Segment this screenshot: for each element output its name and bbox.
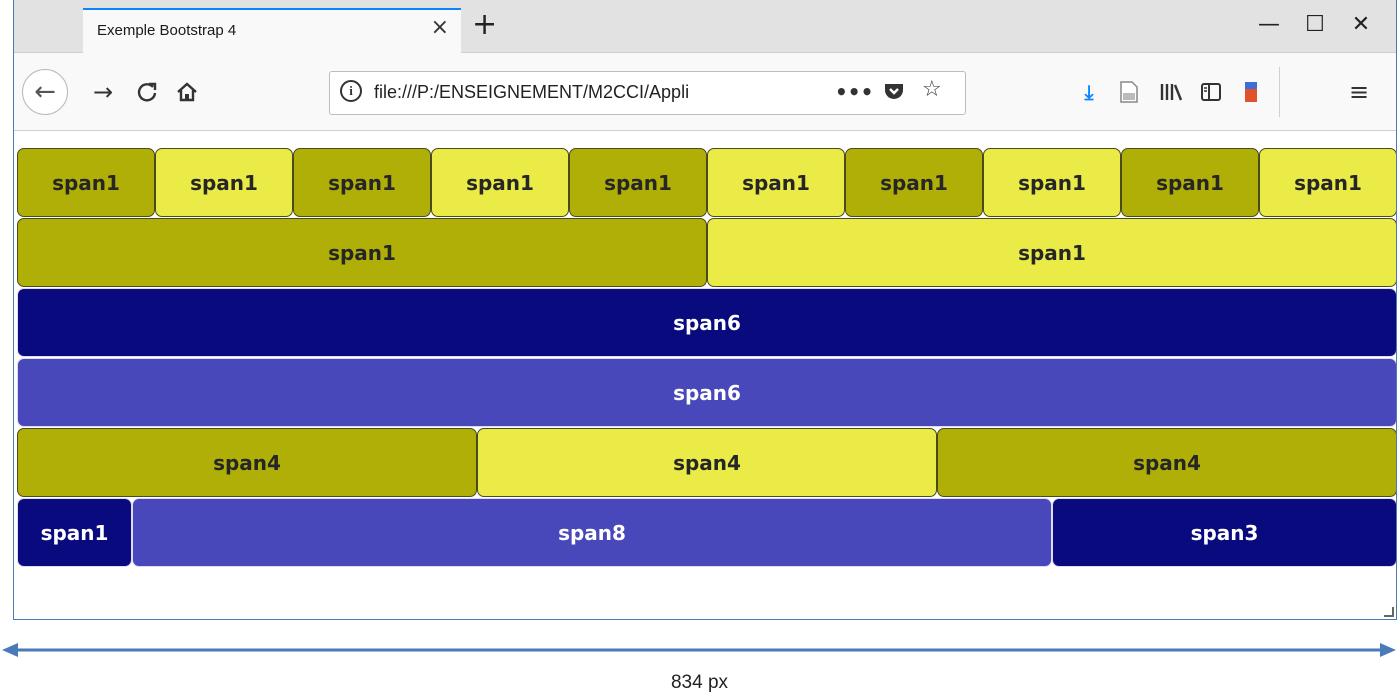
width-label: 834 px (670, 672, 729, 693)
star-icon[interactable]: ☆ (922, 79, 942, 101)
grid-row-6: span1 span8 span3 (17, 498, 1396, 568)
extension-icon[interactable] (1234, 75, 1268, 109)
grid-row-1: span1 span1 span1 span1 span1 span1 span… (17, 148, 1396, 218)
grid-cell: span4 (17, 428, 477, 497)
tab-strip: Exemple Bootstrap 4 × + — ☐ ✕ (14, 0, 1396, 54)
grid-cell: span1 (845, 148, 983, 217)
grid-cell: span1 (17, 498, 132, 567)
grid-cell: span1 (707, 148, 845, 217)
grid-cell: span3 (1052, 498, 1396, 567)
grid-cell: span1 (293, 148, 431, 217)
resize-grip-icon[interactable] (1384, 607, 1394, 617)
tab-active[interactable]: Exemple Bootstrap 4 × (83, 8, 461, 54)
grid-row-2: span1 span1 (17, 218, 1396, 288)
grid-cell: span6 (17, 288, 1396, 357)
grid-cell: span1 (1259, 148, 1396, 217)
download-icon[interactable]: ⤓ (1072, 75, 1106, 109)
grid-cell: span1 (1121, 148, 1259, 217)
grid-cell: span4 (937, 428, 1396, 497)
grid-row-5: span4 span4 span4 (17, 428, 1396, 498)
new-tab-icon[interactable]: + (472, 10, 497, 40)
pocket-icon[interactable] (882, 79, 906, 108)
grid-row-3: span6 (17, 288, 1396, 358)
tab-title: Exemple Bootstrap 4 (97, 22, 237, 39)
toolbar-divider (1279, 67, 1280, 117)
grid-cell: span8 (132, 498, 1052, 567)
bootstrap-grid: span1 span1 span1 span1 span1 span1 span… (17, 148, 1396, 568)
more-icon[interactable]: ••• (835, 82, 873, 102)
grid-cell: span1 (983, 148, 1121, 217)
forward-arrow-icon[interactable]: → (86, 75, 120, 109)
grid-cell: span6 (17, 358, 1396, 427)
grid-cell: span1 (155, 148, 293, 217)
url-bar[interactable]: i file:///P:/ENSEIGNEMENT/M2CCI/Appli ••… (329, 71, 966, 115)
library-icon[interactable] (1154, 75, 1188, 109)
width-dimension-arrow (2, 643, 1396, 657)
back-arrow-icon[interactable]: ← (22, 69, 68, 115)
sidebar-icon[interactable] (1194, 75, 1228, 109)
info-icon[interactable]: i (340, 80, 362, 102)
grid-row-4: span6 (17, 358, 1396, 428)
url-input[interactable]: file:///P:/ENSEIGNEMENT/M2CCI/Appli (374, 82, 774, 103)
grid-cell: span1 (17, 218, 707, 287)
grid-cell: span1 (431, 148, 569, 217)
reload-icon[interactable] (130, 75, 164, 109)
home-icon[interactable] (170, 75, 204, 109)
grid-cell: span1 (17, 148, 155, 217)
minimize-icon[interactable]: — (1246, 10, 1292, 40)
tab-close-icon[interactable]: × (431, 17, 449, 39)
page-icon[interactable] (1112, 75, 1146, 109)
maximize-icon[interactable]: ☐ (1292, 10, 1338, 40)
grid-cell: span4 (477, 428, 937, 497)
grid-cell: span1 (569, 148, 707, 217)
grid-cell: span1 (707, 218, 1396, 287)
window-close-icon[interactable]: ✕ (1338, 10, 1384, 40)
url-fade (740, 76, 790, 110)
browser-window: Exemple Bootstrap 4 × + — ☐ ✕ ← → i file… (13, 0, 1397, 620)
navigation-toolbar: ← → i file:///P:/ENSEIGNEMENT/M2CCI/Appl… (14, 53, 1396, 131)
hamburger-menu-icon[interactable]: ≡ (1342, 75, 1376, 109)
